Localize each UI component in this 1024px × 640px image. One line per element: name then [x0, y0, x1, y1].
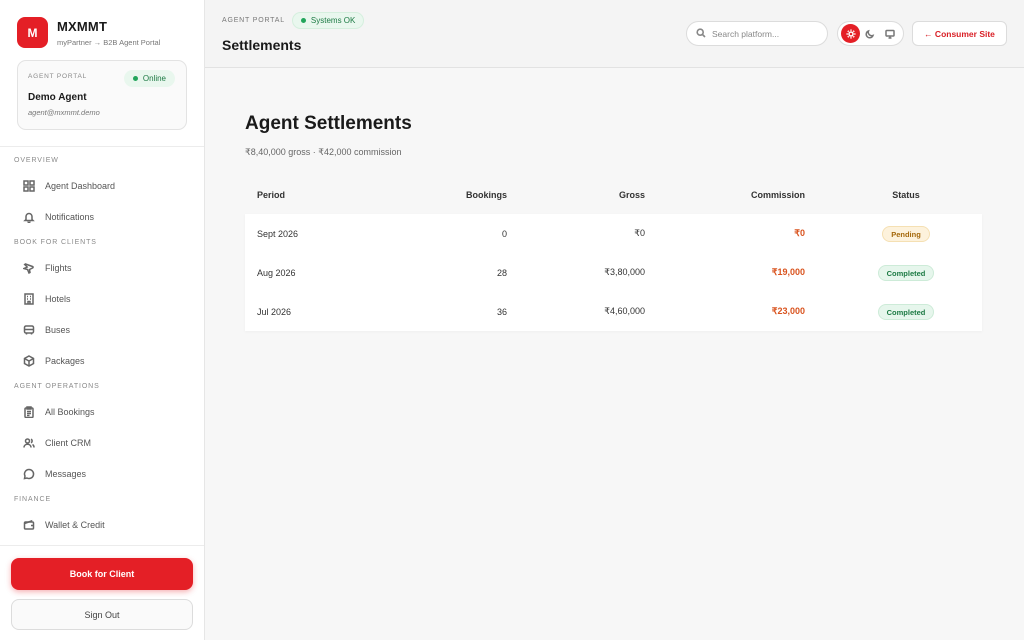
sidebar-item-buses[interactable]: Buses: [0, 314, 204, 345]
header-portal-label: AGENT PORTAL: [222, 17, 285, 24]
status-dot-icon: [300, 18, 306, 23]
nav-section-overview: OVERVIEW: [14, 156, 59, 164]
sidebar-item-hotels[interactable]: Hotels: [0, 283, 204, 314]
sidebar-item-wallet-credit[interactable]: Wallet & Credit: [0, 509, 204, 540]
cell-gross: ₹3,80,000: [604, 267, 645, 277]
consumer-site-button[interactable]: ← Consumer Site: [912, 21, 1007, 46]
cell-commission: ₹19,000: [771, 267, 805, 277]
clipboard-icon: [22, 405, 35, 418]
brand-subtitle: myPartner → B2B Agent Portal: [57, 37, 161, 47]
cell-commission: ₹0: [794, 228, 805, 238]
dark-theme-button[interactable]: [861, 24, 880, 43]
online-status-text: Online: [142, 74, 166, 83]
search-box[interactable]: [686, 21, 828, 46]
status-badge: Completed: [877, 303, 935, 320]
sidebar-actions: Book for Client Sign Out: [0, 545, 204, 640]
sun-icon: [846, 29, 856, 38]
sidebar-item-packages[interactable]: Packages: [0, 345, 204, 376]
systems-status-text: Systems OK: [310, 16, 356, 25]
sidebar-nav: OVERVIEW Agent Dashboard Notifications B…: [0, 150, 204, 542]
sidebar-item-label: Flights: [45, 262, 72, 273]
column-header-status: Status: [892, 189, 920, 200]
nav-section-agent-operations: AGENT OPERATIONS: [14, 382, 100, 390]
sidebar-item-all-bookings[interactable]: All Bookings: [0, 396, 204, 427]
building-icon: [22, 292, 35, 305]
monitor-icon: [885, 29, 895, 39]
status-badge: Pending: [882, 225, 930, 242]
sidebar-item-agent-dashboard[interactable]: Agent Dashboard: [0, 170, 204, 201]
column-header-gross: Gross: [618, 189, 645, 200]
systems-status-badge: Systems OK: [291, 12, 365, 29]
search-icon: [696, 25, 706, 43]
chat-icon: [22, 467, 35, 480]
sidebar-item-label: Hotels: [45, 293, 71, 304]
grid-icon: [22, 179, 35, 192]
online-status-badge: Online: [123, 70, 175, 87]
plane-icon: [22, 261, 35, 274]
settlements-summary: ₹8,40,000 gross · ₹42,000 commission: [245, 147, 402, 157]
sidebar-item-messages[interactable]: Messages: [0, 458, 204, 489]
cell-period: Jul 2026: [257, 306, 292, 317]
status-badge: Completed: [877, 264, 935, 281]
sidebar-item-label: Agent Dashboard: [45, 180, 116, 191]
sidebar-item-label: All Bookings: [45, 406, 95, 417]
sidebar-item-client-crm[interactable]: Client CRM: [0, 427, 204, 458]
wallet-icon: [22, 518, 35, 531]
sidebar-item-label: Packages: [45, 355, 85, 366]
nav-section-book-for-clients: BOOK FOR CLIENTS: [14, 238, 97, 246]
sidebar-item-flights[interactable]: Flights: [0, 252, 204, 283]
status-dot-icon: [132, 76, 138, 81]
brand[interactable]: M MXMMT myPartner → B2B Agent Portal: [17, 17, 160, 48]
column-header-bookings: Bookings: [465, 189, 507, 200]
settlements-title: Agent Settlements: [245, 113, 412, 134]
sidebar-item-label: Messages: [45, 468, 87, 479]
sidebar-item-label: Notifications: [45, 211, 95, 222]
sign-out-button[interactable]: Sign Out: [11, 599, 193, 630]
agent-card: AGENT PORTAL Online Demo Agent agent@mxm…: [17, 60, 187, 130]
cell-bookings: 0: [501, 228, 507, 239]
system-theme-button[interactable]: [881, 24, 900, 43]
cell-gross: ₹0: [634, 228, 645, 238]
sidebar-item-label: Wallet & Credit: [45, 519, 105, 530]
page-title: Settlements: [222, 37, 302, 53]
cell-period: Aug 2026: [257, 267, 296, 278]
agent-email: agent@mxmmt.demo: [28, 108, 100, 117]
nav-section-finance: FINANCE: [14, 495, 52, 503]
theme-toggle: [837, 21, 904, 46]
cell-gross: ₹4,60,000: [604, 306, 645, 316]
users-icon: [22, 436, 35, 449]
table-row[interactable]: Aug 2026 28 ₹3,80,000 ₹19,000 Completed: [245, 253, 982, 292]
settlements-table: Period Bookings Gross Commission Status …: [245, 175, 982, 331]
sidebar-item-label: Buses: [45, 324, 71, 335]
cell-bookings: 28: [496, 267, 507, 278]
cell-period: Sept 2026: [257, 228, 299, 239]
book-for-client-button[interactable]: Book for Client: [11, 558, 193, 590]
sidebar-item-label: Client CRM: [45, 437, 92, 448]
sidebar: M MXMMT myPartner → B2B Agent Portal AGE…: [0, 0, 205, 640]
moon-icon: [865, 29, 875, 39]
table-row[interactable]: Jul 2026 36 ₹4,60,000 ₹23,000 Completed: [245, 292, 982, 331]
column-header-commission: Commission: [750, 189, 805, 200]
bell-icon: [22, 210, 35, 223]
brand-name: MXMMT: [57, 18, 108, 34]
top-header: AGENT PORTAL Systems OK Settlements ← Co…: [205, 0, 1024, 68]
cell-bookings: 36: [496, 306, 507, 317]
cell-commission: ₹23,000: [771, 306, 805, 316]
nav-divider: [0, 146, 204, 147]
brand-logo: M: [17, 17, 48, 48]
search-input[interactable]: [712, 28, 822, 39]
agent-name: Demo Agent: [28, 92, 87, 103]
sidebar-item-notifications[interactable]: Notifications: [0, 201, 204, 232]
table-header-row: Period Bookings Gross Commission Status: [245, 175, 982, 214]
table-row[interactable]: Sept 2026 0 ₹0 ₹0 Pending: [245, 214, 982, 253]
column-header-period: Period: [257, 189, 286, 200]
bus-icon: [22, 323, 35, 336]
light-theme-button[interactable]: [841, 24, 861, 43]
package-icon: [22, 354, 35, 367]
